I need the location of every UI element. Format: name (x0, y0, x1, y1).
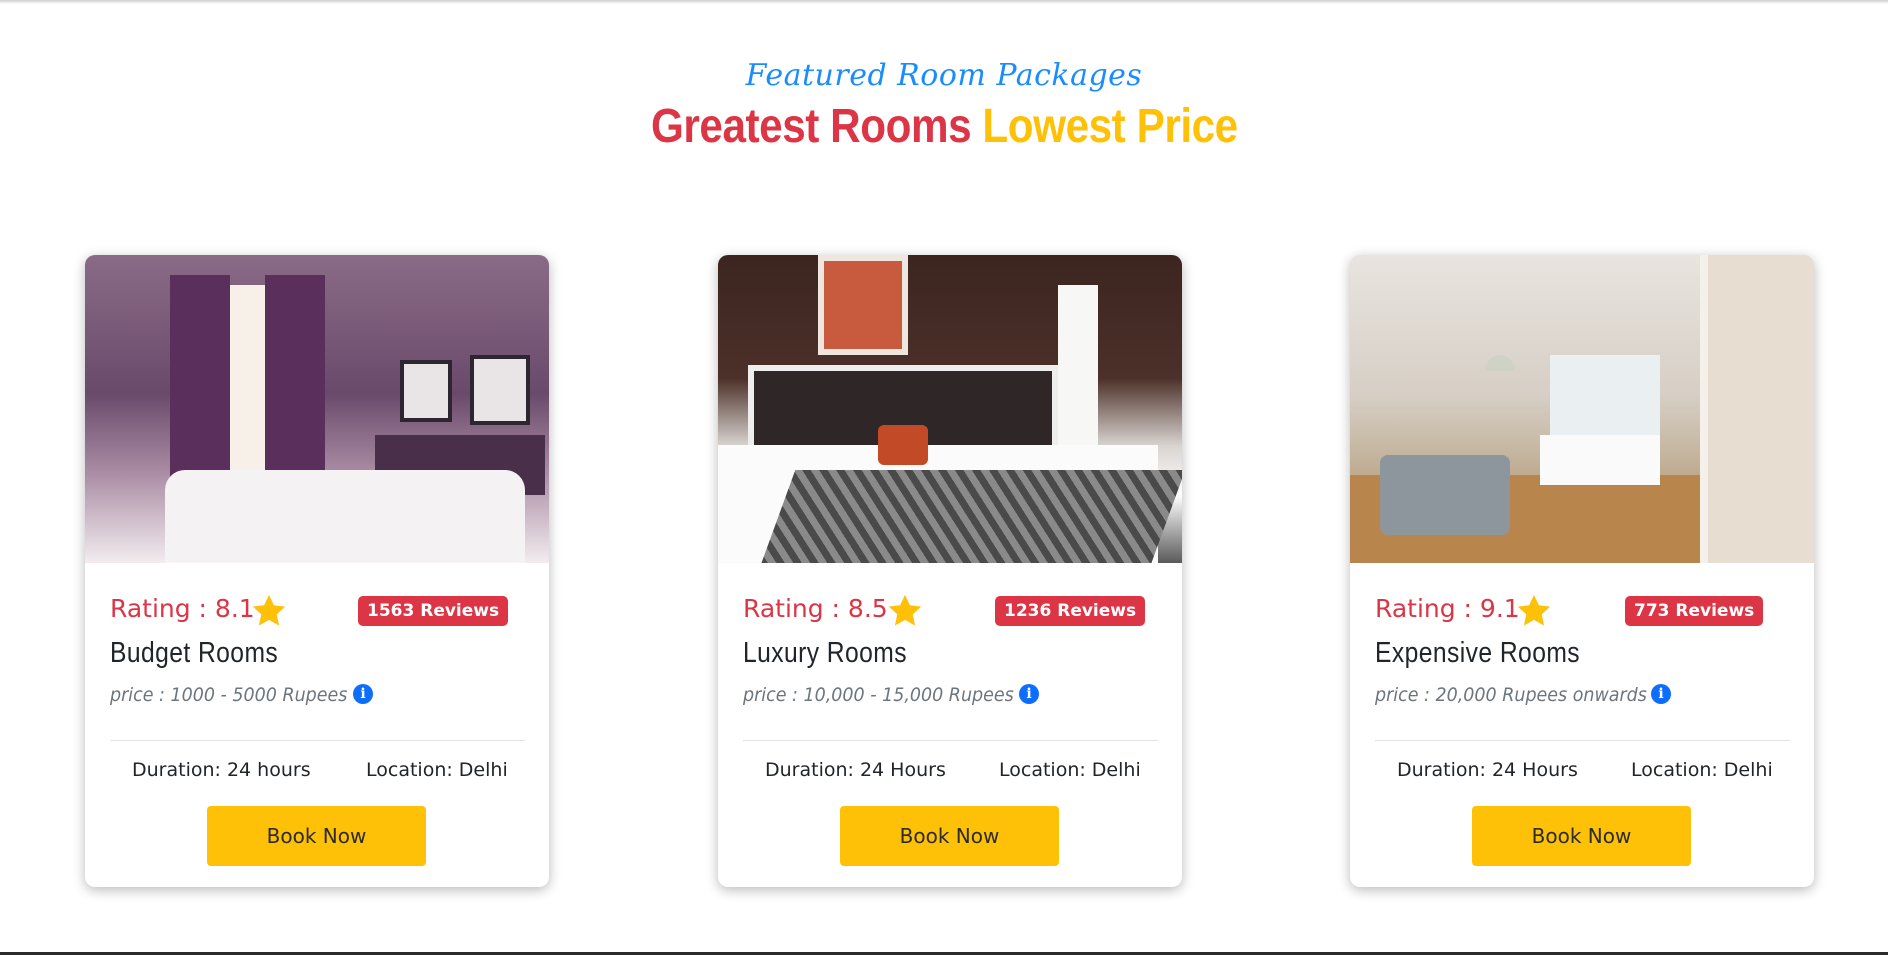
price-text: price : 1000 - 5000 Rupees (110, 684, 348, 706)
section-subtitle: Featured Room Packages (745, 58, 1143, 93)
divider (110, 740, 525, 741)
duration-text: Duration: 24 Hours (1397, 759, 1578, 781)
location-text: Location: Delhi (366, 759, 508, 781)
info-icon[interactable]: i (353, 684, 373, 704)
card-body: Rating : 9.1 773 Reviews Expensive Rooms… (1350, 563, 1814, 887)
title-part-yellow: Lowest Price (982, 100, 1238, 153)
book-now-button[interactable]: Book Now (207, 806, 426, 866)
location-text: Location: Delhi (1631, 759, 1773, 781)
rating-text: Rating : 8.1 (110, 594, 255, 623)
room-card-expensive: Rating : 9.1 773 Reviews Expensive Rooms… (1350, 255, 1814, 887)
star-icon (1517, 594, 1551, 626)
room-name: Expensive Rooms (1375, 637, 1581, 669)
room-name: Budget Rooms (110, 637, 279, 669)
section-title: Greatest Rooms Lowest Price (651, 99, 1238, 154)
price-text: price : 10,000 - 15,000 Rupees (743, 684, 1014, 706)
star-icon (888, 594, 922, 626)
card-body: Rating : 8.5 1236 Reviews Luxury Rooms p… (718, 563, 1182, 887)
reviews-badge: 1563 Reviews (358, 596, 509, 626)
info-icon[interactable]: i (1651, 684, 1671, 704)
location-text: Location: Delhi (999, 759, 1141, 781)
room-photo (1350, 255, 1814, 563)
reviews-badge: 1236 Reviews (995, 596, 1146, 626)
info-icon[interactable]: i (1019, 684, 1039, 704)
star-icon (252, 594, 286, 626)
book-now-button[interactable]: Book Now (1472, 806, 1691, 866)
title-part-red: Greatest Rooms (650, 100, 972, 153)
room-name: Luxury Rooms (743, 637, 908, 669)
room-photo (85, 255, 549, 563)
card-body: Rating : 8.1 1563 Reviews Budget Rooms p… (85, 563, 549, 887)
room-card-luxury: Rating : 8.5 1236 Reviews Luxury Rooms p… (718, 255, 1182, 887)
rating-text: Rating : 9.1 (1375, 594, 1520, 623)
book-now-button[interactable]: Book Now (840, 806, 1059, 866)
duration-text: Duration: 24 hours (132, 759, 311, 781)
divider (743, 740, 1158, 741)
price-text: price : 20,000 Rupees onwards (1375, 684, 1647, 706)
room-card-budget: Rating : 8.1 1563 Reviews Budget Rooms p… (85, 255, 549, 887)
rating-text: Rating : 8.5 (743, 594, 888, 623)
reviews-badge: 773 Reviews (1625, 596, 1764, 626)
header-shadow (0, 0, 1888, 4)
section-header: Featured Room Packages Greatest Rooms Lo… (0, 58, 1888, 154)
room-photo (718, 255, 1182, 563)
duration-text: Duration: 24 Hours (765, 759, 946, 781)
divider (1375, 740, 1790, 741)
